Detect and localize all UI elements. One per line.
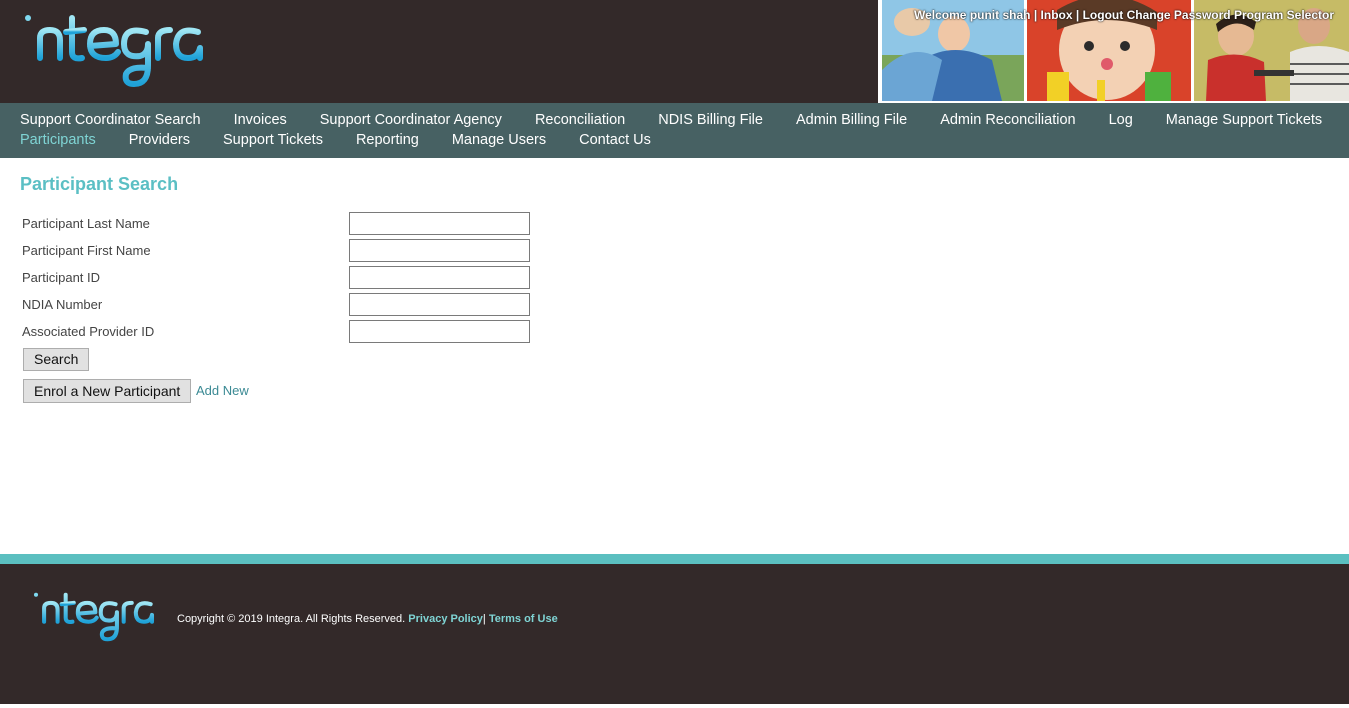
nav-ndis-billing-file[interactable]: NDIS Billing File — [658, 111, 763, 131]
form-row-participant-id: Participant ID — [22, 266, 542, 290]
nav-invoices[interactable]: Invoices — [234, 111, 287, 131]
header: Welcome punit shah | Inbox | Logout Chan… — [0, 0, 1349, 103]
nav-reporting[interactable]: Reporting — [356, 131, 419, 151]
integra-logo-icon[interactable] — [28, 588, 160, 646]
nav-support-tickets[interactable]: Support Tickets — [223, 131, 323, 151]
form-row-associated-provider-id: Associated Provider ID — [22, 320, 542, 344]
page-title: Participant Search — [20, 174, 179, 194]
nav-row: Participants Providers Support Tickets R… — [20, 131, 684, 151]
nav-manage-support-tickets[interactable]: Manage Support Tickets — [1166, 111, 1322, 131]
copyright-text: Copyright © 2019 Integra. All Rights Res… — [177, 613, 406, 625]
participant-id-input[interactable] — [349, 266, 530, 289]
participant-id-label: Participant ID — [22, 270, 101, 285]
nav-reconciliation[interactable]: Reconciliation — [535, 111, 625, 131]
copyright: Copyright © 2019 Integra. All Rights Res… — [177, 613, 558, 625]
nav-support-coordinator-search[interactable]: Support Coordinator Search — [20, 111, 201, 131]
nav-admin-billing-file[interactable]: Admin Billing File — [796, 111, 907, 131]
footer-accent-strip — [0, 554, 1349, 564]
nav-manage-users[interactable]: Manage Users — [452, 131, 546, 151]
associated-provider-id-input[interactable] — [349, 320, 530, 343]
nav-contact-us[interactable]: Contact Us — [579, 131, 651, 151]
inbox-link[interactable]: Inbox — [1041, 8, 1073, 22]
change-password-link[interactable]: Change Password — [1127, 8, 1231, 22]
form-row-first-name: Participant First Name — [22, 239, 542, 263]
footer: Copyright © 2019 Integra. All Rights Res… — [0, 564, 1349, 704]
last-name-input[interactable] — [349, 212, 530, 235]
nav-admin-reconciliation[interactable]: Admin Reconciliation — [940, 111, 1075, 131]
nav-participants[interactable]: Participants — [20, 131, 96, 151]
terms-of-use-link[interactable]: Terms of Use — [489, 613, 558, 625]
associated-provider-id-label: Associated Provider ID — [22, 324, 155, 339]
logout-link[interactable]: Logout — [1083, 8, 1124, 22]
user-links: Welcome punit shah | Inbox | Logout Chan… — [914, 8, 1334, 22]
add-new-link[interactable]: Add New — [196, 383, 249, 398]
ndia-number-label: NDIA Number — [22, 297, 103, 312]
nav-support-coordinator-agency[interactable]: Support Coordinator Agency — [320, 111, 502, 131]
last-name-label: Participant Last Name — [22, 216, 150, 231]
form-row-last-name: Participant Last Name — [22, 212, 542, 236]
first-name-input[interactable] — [349, 239, 530, 262]
form-row-ndia-number: NDIA Number — [22, 293, 542, 317]
search-button[interactable]: Search — [23, 348, 90, 371]
separator: | — [1075, 8, 1080, 22]
nav-log[interactable]: Log — [1109, 111, 1133, 131]
ndia-number-input[interactable] — [349, 293, 530, 316]
main-nav: Support Coordinator Search Invoices Supp… — [0, 103, 1349, 158]
first-name-label: Participant First Name — [22, 243, 151, 258]
nav-row: Support Coordinator Search Invoices Supp… — [20, 111, 1349, 131]
nav-providers[interactable]: Providers — [129, 131, 190, 151]
privacy-policy-link[interactable]: Privacy Policy — [408, 613, 483, 625]
integra-logo-icon[interactable] — [18, 8, 210, 94]
program-selector-link[interactable]: Program Selector — [1234, 8, 1334, 22]
separator: | — [1033, 8, 1038, 22]
separator: | — [482, 613, 486, 625]
enrol-new-participant-button[interactable]: Enrol a New Participant — [23, 379, 192, 403]
welcome-text: Welcome punit shah — [914, 8, 1031, 22]
